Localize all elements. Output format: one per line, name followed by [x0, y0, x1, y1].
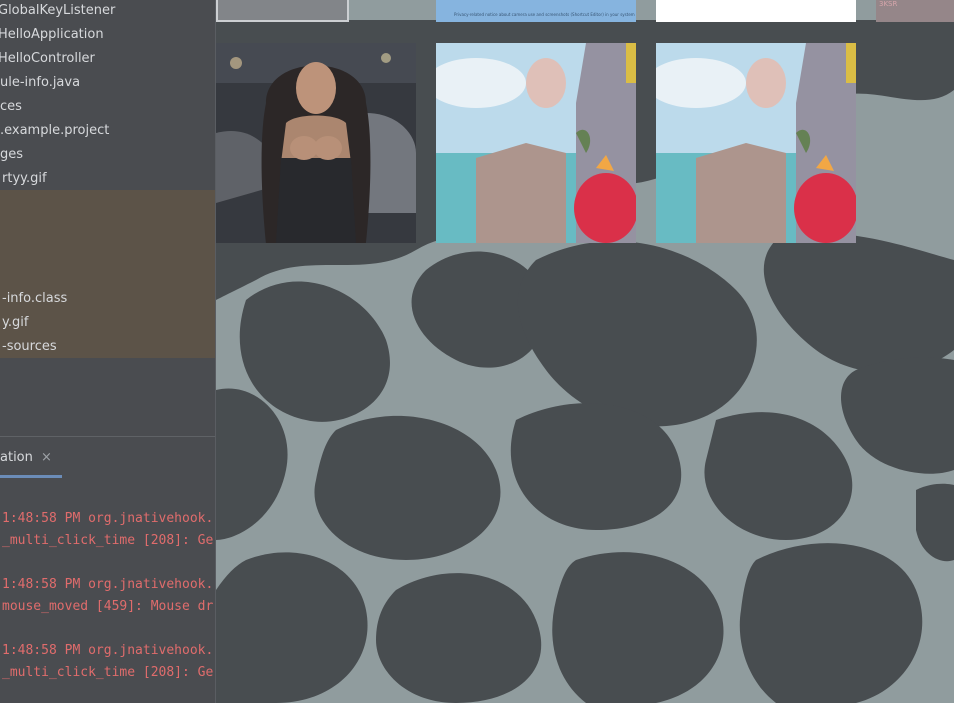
console-line: _multi_click_time [208]: Ge — [2, 533, 214, 548]
thumbnail-top-partial[interactable]: Privacy-related notice about camera use … — [436, 0, 636, 22]
tree-item-generated-sources[interactable]: -sources — [2, 336, 215, 360]
tree-item-globalkeylistener[interactable]: GlobalKeyListener — [0, 0, 213, 24]
console-line: mouse_moved [459]: Mouse dr — [2, 599, 214, 614]
image-viewer-background: Privacy-related notice about camera use … — [216, 0, 954, 703]
thumbnail-game-scene[interactable] — [656, 43, 856, 243]
ide-left-panel: GlobalKeyListener HelloApplication Hello… — [0, 0, 216, 703]
portrait-image — [216, 43, 416, 243]
thumbnail-top-partial[interactable] — [656, 0, 856, 22]
tree-item-gif-output[interactable]: y.gif — [2, 312, 215, 336]
console-line: 1:48:58 PM org.jnativehook. — [2, 511, 214, 526]
tree-item-module-info-java[interactable]: ule-info.java — [0, 72, 215, 96]
project-tree: GlobalKeyListener HelloApplication Hello… — [0, 0, 215, 360]
tree-item-module-info-class[interactable]: -info.class — [2, 288, 215, 312]
run-tab-label: ation — [0, 450, 33, 465]
thumbnail-game-scene[interactable] — [436, 43, 636, 243]
thumbnail-top-partial[interactable]: 3KSR — [876, 0, 954, 22]
thumbnail-caption: Privacy-related notice about camera use … — [454, 12, 635, 17]
console-line: _multi_click_time [208]: Ge — [2, 665, 214, 680]
console-line: 1:48:58 PM org.jnativehook. — [2, 577, 214, 592]
tree-item-resources[interactable]: ces — [0, 96, 215, 120]
close-icon[interactable]: × — [41, 450, 52, 465]
game-scene-image — [656, 43, 856, 243]
tree-item-gif-file[interactable]: rtyy.gif — [2, 168, 215, 192]
console-line: 1:48:58 PM org.jnativehook. — [2, 643, 214, 658]
thumbnail-corner-label: 3KSR — [879, 0, 898, 8]
run-console-output[interactable]: 1:48:58 PM org.jnativehook. _multi_click… — [0, 500, 215, 703]
run-tool-window-tabbar: ation × — [0, 437, 215, 479]
tree-item-helloapplication[interactable]: HelloApplication — [0, 24, 213, 48]
tree-item-package-example-project[interactable]: .example.project — [0, 120, 215, 144]
thumbnail-top-partial[interactable] — [216, 0, 349, 22]
tree-item-hellocontroller[interactable]: HelloController — [0, 48, 213, 72]
run-tab[interactable]: ation × — [0, 447, 62, 478]
thumbnail-portrait[interactable] — [216, 43, 416, 243]
screen: GlobalKeyListener HelloApplication Hello… — [0, 0, 954, 703]
game-scene-image — [436, 43, 636, 243]
tree-item-images[interactable]: ges — [0, 144, 215, 168]
